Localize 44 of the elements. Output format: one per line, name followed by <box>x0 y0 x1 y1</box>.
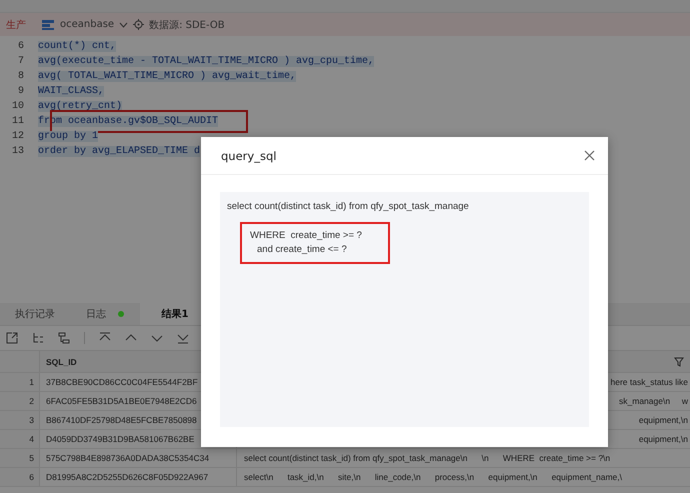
panel-tab[interactable]: 执行记录 <box>0 303 70 325</box>
tree-icon[interactable] <box>32 332 44 344</box>
row-number: 1 <box>29 377 34 387</box>
dialog-title: query_sql <box>221 148 276 162</box>
database-icon <box>41 18 55 30</box>
line-number: 6 <box>16 41 24 52</box>
row-number: 2 <box>29 396 34 406</box>
scroll-bottom-icon[interactable] <box>177 332 189 344</box>
sql-text: and create_time <= ? <box>256 243 348 257</box>
table-cell: select count(distinct task_id) from qfy_spot_task_manage\n \n WHERE create_time >= ?\n <box>244 453 610 463</box>
row-number: 4 <box>29 434 34 444</box>
table-cell: 6FAC05FE5B31D5A1BE0E7948E2CD6 <box>46 396 197 406</box>
sql-text: select count(distinct task_id) from qfy_spot_task_manage <box>227 201 470 212</box>
line-number: 11 <box>10 116 24 127</box>
table-cell: D81995A8C2D5255D626C8F05D922A967 <box>46 472 208 482</box>
table-cell: D4059DD3749B31D9BA581067B62BE <box>46 434 194 444</box>
table-cell: 37B8CBE90CD86CC0C04FE5544F2BF <box>46 377 198 387</box>
target-icon <box>133 19 144 30</box>
panel-tab[interactable]: 日志 <box>70 303 140 325</box>
database-selector[interactable]: oceanbase <box>60 19 114 30</box>
table-cell: 575C798B4E898736A0DADA38C5354C34 <box>46 453 210 463</box>
line-number: 10 <box>10 101 24 112</box>
row-number: 6 <box>29 472 34 482</box>
chevron-down-icon <box>119 22 128 28</box>
table-cell: equipment,\n <box>638 434 688 444</box>
line-number: 8 <box>16 71 24 82</box>
table-cell: sk_manage\n w <box>619 396 688 406</box>
row-number: 5 <box>29 453 34 463</box>
environment-label: 生产 <box>6 18 26 32</box>
datasource-label: 数据源: SDE-OB <box>149 18 225 32</box>
line-number: 7 <box>16 56 24 67</box>
filter-icon[interactable] <box>674 356 684 366</box>
export-icon[interactable] <box>6 332 18 344</box>
table-cell: here task_status like <box>610 377 688 387</box>
table-cell: equipment,\n <box>638 415 688 425</box>
line-number: 13 <box>10 146 24 157</box>
table-cell: B867410DF25798D48E5FCBE7850898 <box>46 415 197 425</box>
close-icon[interactable] <box>584 150 595 161</box>
table-cell: select\n task_id,\n site,\n line_code,\n process,\n equipment,\n equipment_name,\ <box>244 472 622 482</box>
hierarchy-icon[interactable] <box>58 332 70 344</box>
sql-text: WHERE create_time >= ? <box>250 229 363 243</box>
line-number: 9 <box>16 86 24 97</box>
row-number: 3 <box>29 415 34 425</box>
line-number: 12 <box>10 131 24 142</box>
